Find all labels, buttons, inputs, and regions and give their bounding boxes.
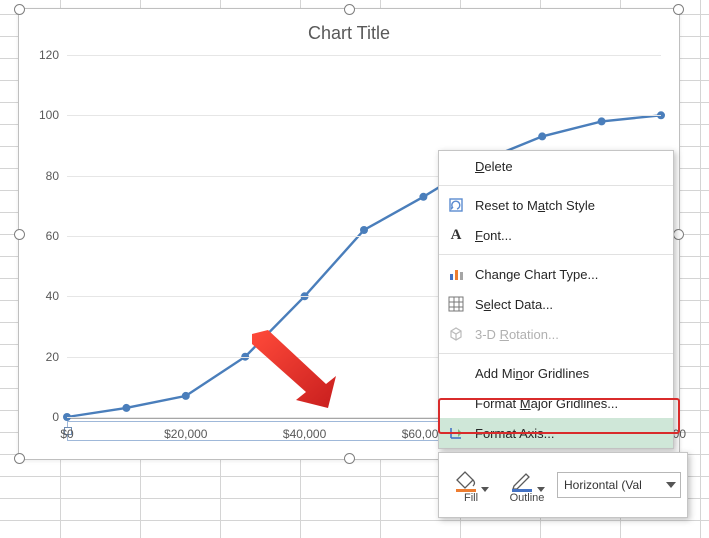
- menu-item-reset[interactable]: Reset to Match Style: [439, 190, 673, 220]
- resize-handle[interactable]: [673, 4, 684, 15]
- axis-icon: [447, 424, 465, 442]
- annotation-arrow: [248, 330, 338, 410]
- menu-item-rot3d: 3-D Rotation...: [439, 319, 673, 349]
- chart-element-selector[interactable]: Horizontal (Val: [557, 472, 681, 498]
- menu-item-minorgrid[interactable]: Add Minor Gridlines: [439, 358, 673, 388]
- resize-handle[interactable]: [344, 453, 355, 464]
- menu-item-label: Format Axis...: [475, 426, 554, 441]
- gridline: [67, 55, 661, 56]
- menu-item-label: Font...: [475, 228, 512, 243]
- y-tick-label: 80: [46, 169, 59, 183]
- paint-bucket-icon: [453, 468, 479, 492]
- selector-value: Horizontal (Val: [564, 478, 642, 492]
- blank-icon: [447, 157, 465, 175]
- menu-item-changetype[interactable]: Change Chart Type...: [439, 259, 673, 289]
- menu-item-label: Select Data...: [475, 297, 553, 312]
- menu-item-label: Format Major Gridlines...: [475, 396, 618, 411]
- menu-item-label: Change Chart Type...: [475, 267, 598, 282]
- x-tick-label: $20,000: [164, 427, 207, 441]
- blank-icon: [447, 364, 465, 382]
- x-tick-label: $0: [60, 427, 73, 441]
- gridline: [67, 115, 661, 116]
- reset-icon: [447, 196, 465, 214]
- outline-button[interactable]: Outline: [501, 456, 553, 514]
- blank-icon: [447, 394, 465, 412]
- menu-item-label: Reset to Match Style: [475, 198, 595, 213]
- chart-title[interactable]: Chart Title: [19, 23, 679, 44]
- font-icon: A: [447, 226, 465, 244]
- fill-label: Fill: [464, 492, 478, 504]
- context-menu[interactable]: Delete Reset to Match Style A Font... Change…: [438, 150, 674, 449]
- menu-item-majorgrid[interactable]: Format Major Gridlines...: [439, 388, 673, 418]
- fill-button[interactable]: Fill: [445, 456, 497, 514]
- menu-item-formataxis[interactable]: Format Axis...: [439, 418, 673, 448]
- resize-handle[interactable]: [14, 4, 25, 15]
- resize-handle[interactable]: [344, 4, 355, 15]
- line-series[interactable]: [67, 55, 367, 205]
- x-tick-label: $40,000: [283, 427, 326, 441]
- y-tick-label: 60: [46, 229, 59, 243]
- y-tick-label: 20: [46, 350, 59, 364]
- resize-handle[interactable]: [14, 453, 25, 464]
- cube-icon: [447, 325, 465, 343]
- pen-icon: [509, 468, 535, 492]
- chevron-down-icon: [666, 482, 676, 488]
- menu-item-font[interactable]: A Font...: [439, 220, 673, 250]
- grid-icon: [447, 295, 465, 313]
- menu-item-label: 3-D Rotation...: [475, 327, 559, 342]
- menu-item-selectdata[interactable]: Select Data...: [439, 289, 673, 319]
- bars-icon: [447, 265, 465, 283]
- y-tick-label: 100: [39, 108, 59, 122]
- resize-handle[interactable]: [673, 229, 684, 240]
- resize-handle[interactable]: [14, 229, 25, 240]
- y-tick-label: 120: [39, 48, 59, 62]
- outline-label: Outline: [510, 492, 545, 504]
- menu-item-label: Delete: [475, 159, 513, 174]
- y-tick-label: 0: [52, 410, 59, 424]
- menu-item-delete[interactable]: Delete: [439, 151, 673, 181]
- menu-item-label: Add Minor Gridlines: [475, 366, 589, 381]
- mini-toolbar[interactable]: Fill Outline Horizontal (Val: [438, 452, 688, 518]
- y-tick-label: 40: [46, 289, 59, 303]
